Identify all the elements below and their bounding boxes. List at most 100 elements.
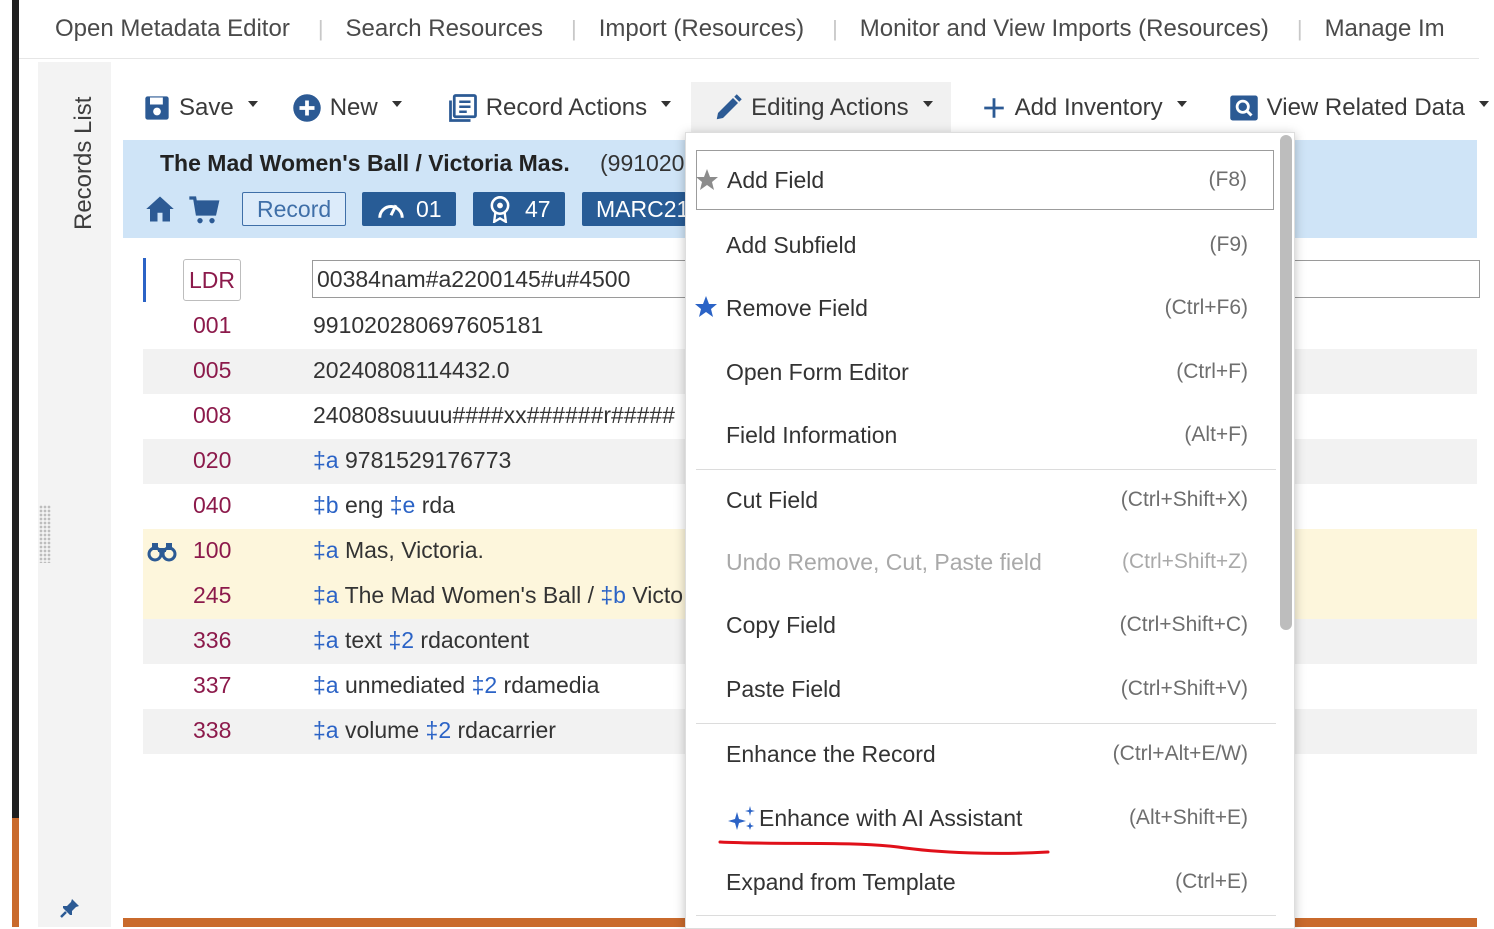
save-button[interactable]: Save [143,82,258,134]
field-value[interactable]: 240808suuuu####xx######r##### [313,402,675,429]
field-tag[interactable]: 008 [193,402,231,429]
field-tag[interactable]: 005 [193,357,231,384]
subfield-text: Mas, Victoria. [338,537,484,563]
field-value[interactable]: ‡a The Mad Women's Ball / ‡b Victo [313,582,683,609]
field-value[interactable]: ‡b eng ‡e rda [313,492,455,519]
menu-item-add-field[interactable]: Add Field (F8) [696,150,1274,210]
field-tag[interactable]: 020 [193,447,231,474]
field-value[interactable]: ‡a Mas, Victoria. [313,537,484,564]
menu-item-label: Add Field [727,166,825,193]
menu-item-label: Expand from Template [726,868,956,895]
plus-circle-icon [292,94,321,122]
editor-toolbar: Save New Record Actions Editing Actions … [123,82,1490,134]
tab-separator: | [1296,16,1303,41]
tab-open-metadata-editor[interactable]: Open Metadata Editor [19,15,318,43]
field-tag[interactable]: 001 [193,312,231,339]
subfield-code: ‡a [313,717,339,743]
chevron-down-icon [247,101,258,107]
field-tag[interactable]: 245 [193,582,231,609]
chevron-down-icon [1479,101,1490,107]
field-value[interactable]: 991020280697605181 [313,312,543,339]
record-actions-label: Record Actions [485,94,648,121]
menu-item-field-information[interactable]: Field Information (Alt+F) [696,405,1274,465]
view-related-data-button[interactable]: View Related Data [1229,82,1490,134]
panel-resize-handle[interactable] [39,505,51,563]
home-icon[interactable] [145,195,175,223]
new-button[interactable]: New [292,82,402,134]
pencil-icon [716,94,742,120]
cart-icon[interactable] [188,195,220,225]
field-value[interactable]: ‡a text ‡2 rdacontent [313,627,529,654]
subfield-code: ‡a [313,582,339,608]
field-value[interactable]: ‡a unmediated ‡2 rdamedia [313,672,599,699]
field-value[interactable]: ‡a 9781529176773 [313,447,511,474]
editing-actions-label: Editing Actions [751,94,909,121]
add-inventory-button[interactable]: Add Inventory [981,82,1187,134]
tab-monitor-imports[interactable]: Monitor and View Imports (Resources) [860,15,1297,43]
tab-manage-imports[interactable]: Manage Im [1325,15,1473,43]
menu-item-shortcut: (F9) [1209,233,1249,256]
subfield-text: The Mad Women's Ball / [338,582,601,608]
menu-item-paste-field[interactable]: Paste Field (Ctrl+Shift+V) [696,659,1274,719]
field-tag[interactable]: 338 [193,717,231,744]
subfield-code: ‡2 [425,717,452,743]
menu-item-shortcut: (Ctrl+F) [1176,360,1248,383]
menu-item-expand-template[interactable]: Expand from Template (Ctrl+E) [696,852,1274,912]
subfield-text: unmediated [338,672,472,698]
subfield-text: rdamedia [497,672,600,698]
plus-icon [983,98,1004,118]
menu-scrollbar[interactable] [1280,135,1292,630]
speed-badge-value: 01 [416,195,442,222]
menu-item-label: Paste Field [726,675,842,702]
subfield-code: ‡2 [388,627,415,653]
chevron-down-icon [661,101,672,107]
star-icon[interactable] [695,168,719,192]
tab-search-resources[interactable]: Search Resources [346,15,571,43]
field-tag[interactable]: 040 [193,492,231,519]
window-edge-accent [12,818,19,927]
record-title: The Mad Women's Ball / Victoria Mas. [160,150,570,176]
menu-item-shortcut: (F8) [1208,168,1248,191]
menu-item-shortcut: (Alt+Shift+E) [1128,806,1248,829]
field-tag[interactable]: 100 [193,537,231,564]
field-tag[interactable]: LDR [183,259,241,301]
record-badge[interactable]: Record [242,192,347,226]
menu-item-open-form-editor[interactable]: Open Form Editor (Ctrl+F) [696,342,1274,402]
star-icon[interactable] [694,295,718,319]
records-list-toggle[interactable]: Records List [70,97,98,230]
field-tag[interactable]: 336 [193,627,231,654]
add-inventory-label: Add Inventory [1014,94,1163,121]
chevron-down-icon [1176,101,1187,107]
pin-icon[interactable] [58,896,82,920]
award-badge-value: 47 [525,195,551,222]
award-badge[interactable]: 47 [473,192,565,226]
subfield-code: ‡b [313,492,339,518]
binoculars-icon[interactable] [147,540,177,562]
subfield-code: ‡a [313,672,339,698]
format-badge[interactable]: MARC21 [582,192,686,226]
tab-import-resources[interactable]: Import (Resources) [599,15,832,43]
menu-item-copy-field[interactable]: Copy Field (Ctrl+Shift+C) [696,595,1274,655]
subfield-code: ‡a [313,447,339,473]
menu-item-enhance-record[interactable]: Enhance the Record (Ctrl+Alt+E/W) [696,724,1274,784]
menu-item-cut-field[interactable]: Cut Field (Ctrl+Shift+X) [696,470,1274,530]
field-value[interactable]: 20240808114432.0 [313,357,510,384]
view-search-icon [1229,95,1258,121]
top-tab-bar: Open Metadata Editor | Search Resources … [19,0,1479,59]
menu-item-shortcut: (Ctrl+Shift+V) [1120,677,1248,700]
subfield-code: ‡a [313,537,339,563]
field-value[interactable]: ‡a volume ‡2 rdacarrier [313,717,556,744]
menu-item-label: Cut Field [726,486,819,513]
editing-actions-button[interactable]: Editing Actions [691,82,951,134]
speed-badge[interactable]: 01 [362,192,456,226]
record-actions-button[interactable]: Record Actions [448,82,672,134]
menu-item-add-subfield[interactable]: Add Subfield (F9) [696,215,1274,275]
menu-item-remove-field[interactable]: Remove Field (Ctrl+F6) [694,278,1274,338]
menu-item-label: Field Information [726,421,898,448]
menu-item-shortcut: (Ctrl+Shift+X) [1120,488,1248,511]
window-edge [12,0,19,927]
field-tag[interactable]: 337 [193,672,231,699]
menu-item-label: Enhance the Record [726,740,936,767]
subfield-text: rdacarrier [451,717,556,743]
tab-separator: | [832,16,838,41]
